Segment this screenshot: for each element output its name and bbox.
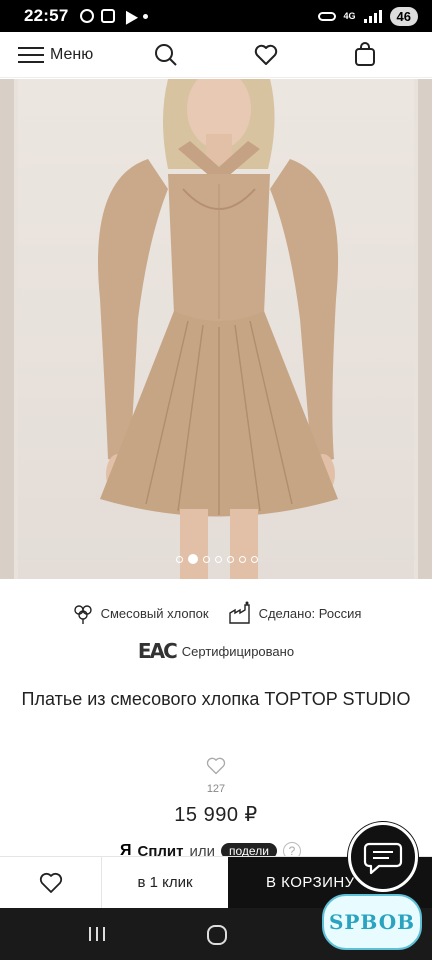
- pagination-dot[interactable]: [203, 555, 210, 563]
- telegram-icon: [120, 7, 139, 25]
- product-price: 15 990 ₽: [174, 804, 258, 826]
- recent-apps-icon[interactable]: [86, 924, 108, 944]
- signal-icon: [363, 9, 382, 23]
- product-title: Платье из смесового хлопка TOPTOP STUDIO: [21, 689, 411, 709]
- cotton-icon: [73, 605, 92, 624]
- heart-icon[interactable]: [253, 42, 279, 68]
- network-type: 4G: [343, 11, 356, 21]
- menu-icon: [18, 46, 44, 63]
- status-time: 22:57: [24, 6, 69, 25]
- status-notification-icons: [80, 7, 149, 25]
- next-image-peek[interactable]: [418, 79, 432, 579]
- product-photo[interactable]: [18, 79, 414, 579]
- buy-one-click-button[interactable]: в 1 клик: [102, 857, 228, 908]
- menu-label: Меню: [50, 45, 94, 63]
- status-bar: 22:57 4G 46: [0, 0, 432, 32]
- prev-image-peek[interactable]: [0, 79, 14, 579]
- pagination-dot[interactable]: [227, 555, 234, 563]
- battery-indicator: 46: [389, 6, 418, 26]
- add-to-favorites-button[interactable]: [0, 857, 102, 908]
- vpn-key-icon: [317, 11, 336, 21]
- heart-icon: [39, 872, 62, 893]
- heart-outline-icon: [206, 757, 226, 775]
- pagination-dot-active[interactable]: [188, 554, 198, 564]
- product-gallery[interactable]: [0, 79, 432, 579]
- chat-button[interactable]: [348, 822, 418, 892]
- favorites-counter[interactable]: 127: [196, 756, 236, 795]
- gallery-pagination: [176, 554, 258, 564]
- bag-icon[interactable]: [352, 42, 378, 68]
- factory-icon: [228, 601, 250, 624]
- feature-material: Смесовый хлопок: [71, 601, 209, 625]
- screenshot-icon: [101, 9, 116, 23]
- chat-bubble-icon: [363, 842, 403, 875]
- product-features: Смесовый хлопок Сделано: Россия EAC Серт…: [0, 596, 432, 668]
- feature-certified-label: Сертифицировано: [181, 643, 295, 659]
- feature-material-label: Смесовый хлопок: [100, 605, 209, 621]
- feature-origin-label: Сделано: Россия: [258, 605, 362, 621]
- dress-illustration: [98, 79, 339, 579]
- menu-button[interactable]: Меню: [0, 46, 150, 64]
- feature-certified: EAC Сертифицировано: [138, 639, 294, 663]
- favorites-count: 127: [206, 783, 226, 795]
- more-dot-icon: [143, 13, 149, 19]
- pagination-dot[interactable]: [239, 555, 246, 563]
- app-header: Меню: [0, 32, 432, 78]
- pagination-dot[interactable]: [215, 555, 222, 563]
- watermark: SPBOB: [322, 894, 422, 950]
- eac-icon: EAC: [137, 639, 178, 663]
- notification-icon: [80, 9, 95, 23]
- search-icon[interactable]: [153, 42, 179, 68]
- home-icon[interactable]: [206, 924, 228, 946]
- feature-origin: Сделано: Россия: [227, 601, 362, 625]
- pagination-dot[interactable]: [176, 555, 183, 563]
- pagination-dot[interactable]: [251, 555, 258, 563]
